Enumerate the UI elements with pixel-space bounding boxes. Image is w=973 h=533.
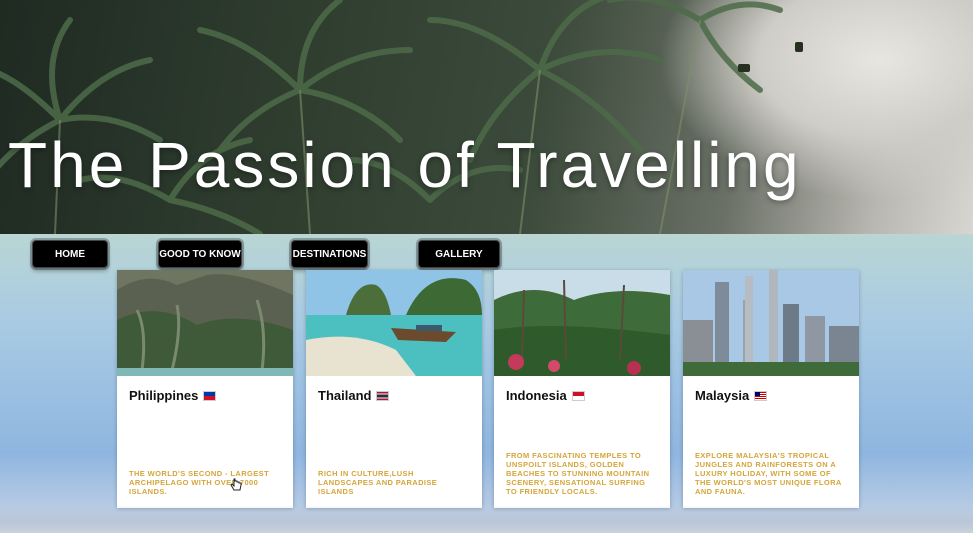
card-description: From fascinating temples to unspoilt isl…: [506, 451, 650, 496]
thailand-image: [306, 270, 482, 376]
nav-gallery-button[interactable]: GALLERY: [418, 240, 500, 268]
destination-card-philippines[interactable]: Philippines The world's second - largest…: [117, 270, 293, 508]
hand-cursor-icon: [230, 478, 242, 491]
malaysia-image: [683, 270, 859, 376]
card-title: Thailand: [318, 388, 390, 403]
card-title: Indonesia: [506, 388, 585, 403]
page-title: The Passion of Travelling: [8, 129, 802, 201]
card-title: Malaysia: [695, 388, 768, 403]
nav-destinations-button[interactable]: DESTINATIONS: [291, 240, 368, 268]
destination-card-malaysia[interactable]: Malaysia Explore Malaysia's tropical jun…: [683, 270, 859, 508]
malaysia-flag-icon: [754, 390, 768, 401]
destination-card-indonesia[interactable]: Indonesia From fascinating temples to un…: [494, 270, 670, 508]
hero-banner: The Passion of Travelling: [0, 0, 973, 234]
main-nav: HOME GOOD TO KNOW DESTINATIONS GALLERY: [0, 240, 973, 268]
indonesia-flag-icon: [571, 390, 585, 401]
thailand-flag-icon: [376, 390, 390, 401]
card-description: The world's second - largest archipelago…: [129, 469, 270, 496]
bottom-fade: [0, 505, 973, 533]
card-title: Philippines: [129, 388, 217, 403]
nav-home-button[interactable]: HOME: [32, 240, 108, 268]
nav-good-to-know-button[interactable]: GOOD TO KNOW: [158, 240, 242, 268]
destination-card-thailand[interactable]: Thailand Rich in culture,lush landscapes…: [306, 270, 482, 508]
philippines-flag-icon: [203, 390, 217, 401]
philippines-image: [117, 270, 293, 376]
card-description: Rich in culture,lush landscapes and para…: [318, 469, 438, 496]
card-description: Explore Malaysia's tropical jungles and …: [695, 451, 842, 496]
indonesia-image: [494, 270, 670, 376]
